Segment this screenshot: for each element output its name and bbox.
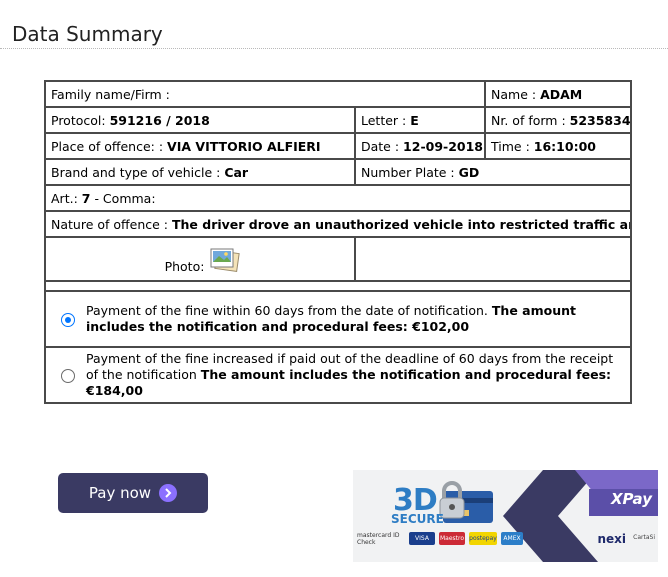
maestro-logo: Maestro xyxy=(439,532,465,545)
protocol-value: 591216 / 2018 xyxy=(109,112,210,128)
protocol-cell: Protocol: 591216 / 2018 xyxy=(44,106,356,134)
family-cell: Family name/Firm : xyxy=(43,80,487,108)
visa-logo: VISA xyxy=(409,532,435,545)
letter-value: E xyxy=(410,112,419,128)
table-row xyxy=(43,280,633,292)
title-divider xyxy=(0,48,668,49)
chevron-right-icon xyxy=(159,484,178,502)
letter-cell: Letter : E xyxy=(353,106,487,134)
payment-security-banner: 3D SECURE XPay nexi CartaSi mastercard I… xyxy=(353,470,658,562)
nexi-logo: nexi xyxy=(597,532,626,546)
payment-option-1-text: Payment of the fine within 60 days from … xyxy=(86,303,624,335)
payment-option-2[interactable]: Payment of the fine increased if paid ou… xyxy=(43,346,633,404)
family-label: Family name/Firm : xyxy=(51,86,170,102)
table-row: Photo: xyxy=(44,236,633,282)
nature-cell: Nature of offence : The driver drove an … xyxy=(43,210,633,238)
form-label: Nr. of form : xyxy=(491,112,566,128)
photo-empty-cell xyxy=(353,236,633,282)
time-label: Time : xyxy=(491,138,530,154)
payment-option-row[interactable]: Payment of the fine increased if paid ou… xyxy=(43,346,633,404)
payment-radio-2[interactable] xyxy=(61,369,75,383)
table-row: Nature of offence : The driver drove an … xyxy=(43,210,633,238)
table-row: Brand and type of vehicle : Car Number P… xyxy=(44,158,633,186)
payment-option-1[interactable]: Payment of the fine within 60 days from … xyxy=(43,290,633,348)
name-cell: Name : ADAM xyxy=(484,80,633,108)
protocol-label: Protocol: xyxy=(51,112,106,128)
name-value: ADAM xyxy=(540,86,583,102)
photo-gallery-icon[interactable] xyxy=(208,246,241,276)
art-value: 7 xyxy=(81,190,91,206)
option-1-text: Payment of the fine within 60 days from … xyxy=(86,303,488,318)
page-title: Data Summary xyxy=(12,22,163,46)
spacer-cell xyxy=(43,280,633,292)
payment-option-2-text: Payment of the fine increased if paid ou… xyxy=(86,351,624,399)
vehicle-value: Car xyxy=(224,164,249,180)
plate-cell: Number Plate : GD xyxy=(353,158,633,186)
photo-cell: Photo: xyxy=(44,236,356,282)
form-cell: Nr. of form : 5235834 xyxy=(484,106,633,134)
time-cell: Time : 16:10:00 xyxy=(484,132,633,160)
table-row: Place of offence: : VIA VITTORIO ALFIERI… xyxy=(44,132,633,160)
article-cell: Art.: 7 - Comma: xyxy=(43,184,633,212)
data-summary-table: Family name/Firm : Name : ADAM Protocol:… xyxy=(43,80,633,404)
card-logos: mastercard ID Check VISA Maestro postepa… xyxy=(357,531,523,546)
mastercard-idcheck-logo: mastercard ID Check xyxy=(357,531,400,546)
date-label: Date : xyxy=(361,138,400,154)
nature-label: Nature of offence : xyxy=(51,216,169,232)
xpay-logo: XPay xyxy=(610,490,652,508)
pay-now-button[interactable]: Pay now xyxy=(58,473,208,513)
table-row: Art.: 7 - Comma: xyxy=(43,184,633,212)
vehicle-label: Brand and type of vehicle : xyxy=(51,164,221,180)
place-cell: Place of offence: : VIA VITTORIO ALFIERI xyxy=(44,132,356,160)
plate-label: Number Plate : xyxy=(361,164,455,180)
postepay-logo: postepay xyxy=(469,532,497,545)
date-cell: Date : 12-09-2018 xyxy=(353,132,487,160)
nature-value: The driver drove an unauthorized vehicle… xyxy=(172,216,632,232)
art-label: Art.: xyxy=(51,190,78,206)
letter-label: Letter : xyxy=(361,112,407,128)
table-row: Protocol: 591216 / 2018 Letter : E Nr. o… xyxy=(44,106,633,134)
photo-label: Photo: xyxy=(164,259,205,274)
comma-label: - Comma: xyxy=(94,190,156,206)
place-label: Place of offence: : xyxy=(51,138,164,154)
payment-radio-1[interactable] xyxy=(61,313,75,327)
secure-brand: SECURE xyxy=(391,512,444,526)
date-value: 12-09-2018 xyxy=(403,138,484,154)
cartasi-logo: CartaSi xyxy=(633,534,655,541)
payment-option-row[interactable]: Payment of the fine within 60 days from … xyxy=(43,290,633,348)
plate-value: GD xyxy=(458,164,480,180)
table-row: Family name/Firm : Name : ADAM xyxy=(43,80,633,108)
name-label: Name : xyxy=(491,86,537,102)
form-value: 5235834 xyxy=(569,112,631,128)
place-value: VIA VITTORIO ALFIERI xyxy=(167,138,321,154)
time-value: 16:10:00 xyxy=(533,138,596,154)
amex-logo: AMEX xyxy=(501,532,523,545)
pay-now-label: Pay now xyxy=(88,484,152,502)
vehicle-cell: Brand and type of vehicle : Car xyxy=(44,158,356,186)
